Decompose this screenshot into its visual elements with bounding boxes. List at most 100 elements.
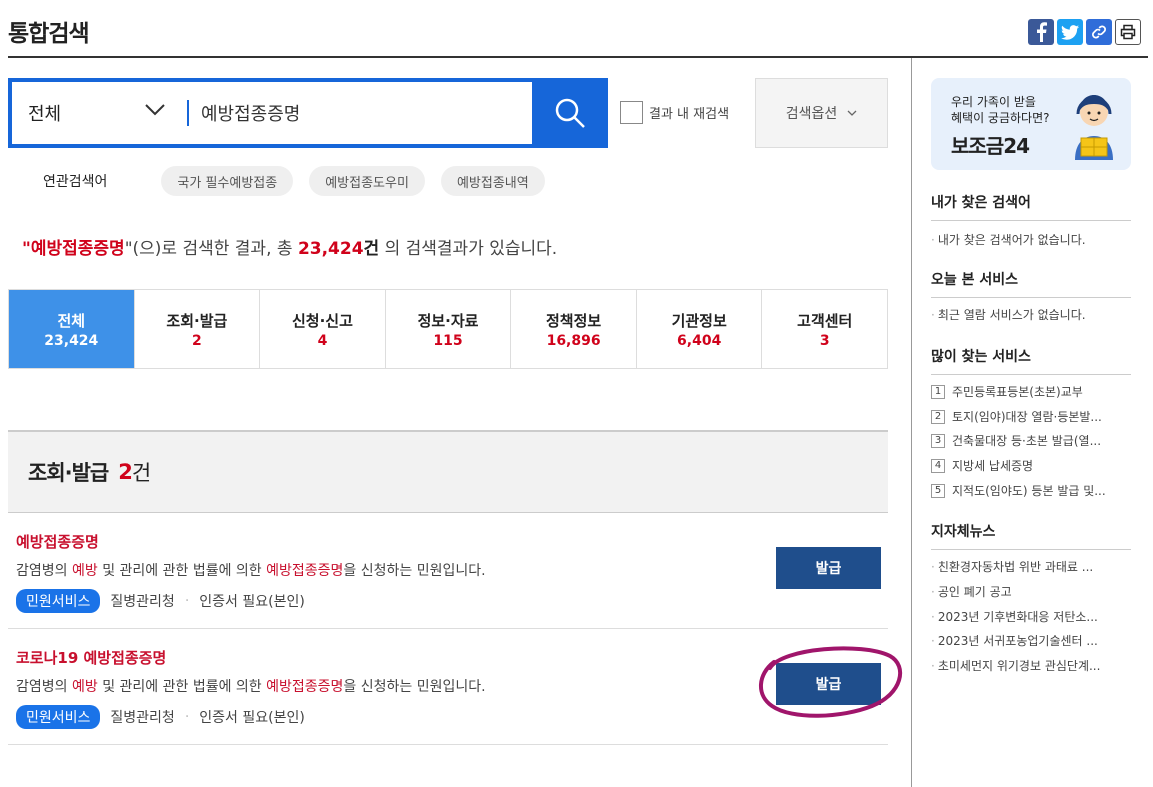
popular-service-label: 주민등록표등본(초본)교부 [952, 385, 1083, 399]
tab-info-data[interactable]: 정보·자료 115 [384, 290, 511, 368]
page-title: 통합검색 [8, 21, 90, 47]
search-scope-select[interactable]: 전체 [12, 82, 187, 144]
twitter-icon[interactable] [1057, 19, 1083, 45]
rank-number: 4 [931, 458, 945, 473]
banner-text: 우리 가족이 받을혜택이 궁금하다면? [951, 94, 1050, 126]
result-unit: 건 [363, 239, 380, 259]
tab-all[interactable]: 전체 23,424 [9, 290, 134, 368]
rank-number: 5 [931, 483, 945, 498]
popular-service-item[interactable]: 3 건축물대장 등·초본 발급(열... [931, 432, 1131, 449]
result-item-meta: 민원서비스 질병관리청 · 인증서 필요(본인) [16, 705, 305, 729]
tab-inquiry-issue[interactable]: 조회·발급 2 [133, 290, 260, 368]
search-options-label: 검색옵션 [785, 106, 838, 122]
tab-count: 6,404 [677, 332, 722, 349]
tab-label: 신청·신고 [291, 311, 353, 330]
popular-service-item[interactable]: 1 주민등록표등본(초본)교부 [931, 383, 1131, 400]
section-count: 2 [118, 460, 133, 484]
facebook-icon[interactable] [1028, 19, 1054, 45]
desc-text: 을 신청하는 민원입니다. [343, 679, 486, 695]
desc-highlight: 예방접종증명 [266, 679, 344, 695]
agency-name: 질병관리청 [110, 710, 175, 726]
tab-label: 조회·발급 [166, 311, 228, 330]
popular-service-label: 건축물대장 등·초본 발급(열... [952, 434, 1102, 448]
desc-text: 감염병의 [16, 563, 72, 579]
service-type-badge: 민원서비스 [16, 705, 101, 729]
recheck-label: 결과 내 재검색 [649, 107, 730, 122]
local-news-item[interactable]: 공인 폐기 공고 [931, 583, 1131, 600]
separator-dot: · [184, 593, 190, 609]
result-item-description: 감염병의 예방 및 관리에 관한 법률에 의한 예방접종증명을 신청하는 민원입… [16, 676, 486, 696]
tab-count: 2 [191, 332, 202, 349]
support-agent-icon [1075, 95, 1113, 160]
tab-count: 16,896 [546, 332, 601, 349]
tab-apply-report[interactable]: 신청·신고 4 [259, 290, 385, 368]
search-input[interactable]: 예방접종증명 [187, 82, 532, 144]
desc-text: 을 신청하는 민원입니다. [343, 563, 486, 579]
chevron-down-icon [145, 104, 165, 116]
banner-brand: 보조금24 [951, 134, 1030, 158]
popular-service-item[interactable]: 4 지방세 납세증명 [931, 457, 1131, 474]
tab-label: 기관정보 [671, 311, 727, 330]
subsidy24-banner[interactable]: 우리 가족이 받을혜택이 궁금하다면? 보조금24 [931, 78, 1131, 170]
search-options-button[interactable]: 검색옵션 [755, 78, 888, 148]
section-unit: 건 [131, 461, 151, 485]
service-type-badge: 민원서비스 [16, 589, 101, 613]
today-services-title: 오늘 본 서비스 [931, 269, 1131, 298]
today-services-empty: 최근 열람 서비스가 없습니다. [931, 306, 1131, 323]
tab-agency[interactable]: 기관정보 6,404 [635, 290, 762, 368]
tab-label: 정책정보 [546, 311, 602, 330]
search-scope-value: 전체 [28, 104, 62, 125]
popular-service-label: 지적도(임야도) 등본 발급 및... [952, 484, 1106, 498]
tab-policy[interactable]: 정책정보 16,896 [510, 290, 636, 368]
recheck-checkbox[interactable] [620, 101, 643, 124]
local-news-item[interactable]: 2023년 서귀포농업기술센터 ... [931, 632, 1131, 649]
chevron-down-icon [847, 110, 857, 116]
tab-customer-center[interactable]: 고객센터 3 [761, 290, 887, 368]
popular-service-label: 토지(임야)대장 열람·등본발... [952, 410, 1102, 424]
section-title: 조회·발급 [28, 461, 109, 485]
tab-label: 전체 [57, 311, 86, 330]
category-tabs: 전체 23,424 조회·발급 2 신청·신고 4 정보·자료 115 정책정보… [8, 289, 888, 369]
desc-highlight: 예방 [71, 679, 98, 695]
recheck-option[interactable]: 결과 내 재검색 [620, 101, 729, 124]
result-total: 23,424 [297, 239, 364, 259]
sidebar-divider [911, 58, 912, 787]
banner-line1: 우리 가족이 받을 [951, 95, 1036, 109]
issue-button[interactable]: 발급 [776, 547, 881, 589]
local-news-item[interactable]: 초미세먼지 위기경보 관심단계... [931, 657, 1131, 674]
link-icon[interactable] [1086, 19, 1112, 45]
tab-count: 115 [433, 332, 463, 349]
cert-requirement: 인증서 필요(본인) [199, 710, 305, 726]
related-keyword-chip[interactable]: 국가 필수예방접종 [161, 166, 294, 196]
print-icon[interactable] [1115, 19, 1141, 45]
rank-number: 3 [931, 433, 945, 448]
related-keyword-chip[interactable]: 예방접종도우미 [309, 166, 425, 196]
result-item-title[interactable]: 예방접종증명 [16, 531, 99, 552]
my-keywords-empty: 내가 찾은 검색어가 없습니다. [931, 231, 1131, 248]
rank-number: 1 [931, 384, 945, 399]
tab-label: 정보·자료 [417, 311, 479, 330]
result-item-title[interactable]: 코로나19 예방접종증명 [16, 647, 166, 668]
banner-line2: 혜택이 궁금하다면? [951, 111, 1050, 125]
share-bar [1028, 19, 1141, 45]
my-keywords-title: 내가 찾은 검색어 [931, 192, 1131, 221]
rank-number: 2 [931, 409, 945, 424]
tab-label: 고객센터 [797, 311, 853, 330]
tab-count: 3 [819, 332, 830, 349]
result-item-meta: 민원서비스 질병관리청 · 인증서 필요(본인) [16, 589, 305, 613]
search-button[interactable] [532, 78, 608, 148]
local-news-item[interactable]: 친환경자동차법 위반 과태료 ... [931, 558, 1131, 575]
result-item: 예방접종증명 감염병의 예방 및 관리에 관한 법률에 의한 예방접종증명을 신… [8, 513, 888, 629]
search-input-value: 예방접종증명 [201, 104, 301, 125]
page: 통합검색 전체 예방접종증명 결과 내 재검색 검색옵션 연관검색어 국가 필수… [0, 0, 1153, 787]
desc-text: 감염병의 [16, 679, 72, 695]
result-text-tail: 의 검색결과가 있습니다. [379, 239, 558, 259]
separator-dot: · [184, 709, 190, 725]
section-header: 조회·발급 2건 [8, 430, 888, 513]
desc-highlight: 예방접종증명 [266, 563, 344, 579]
popular-service-item[interactable]: 2 토지(임야)대장 열람·등본발... [931, 408, 1131, 425]
local-news-item[interactable]: 2023년 기후변화대응 저탄소... [931, 608, 1131, 625]
result-keyword: 예방접종증명 [30, 239, 125, 259]
popular-service-item[interactable]: 5 지적도(임야도) 등본 발급 및... [931, 482, 1131, 499]
related-keyword-chip[interactable]: 예방접종내역 [440, 166, 545, 196]
